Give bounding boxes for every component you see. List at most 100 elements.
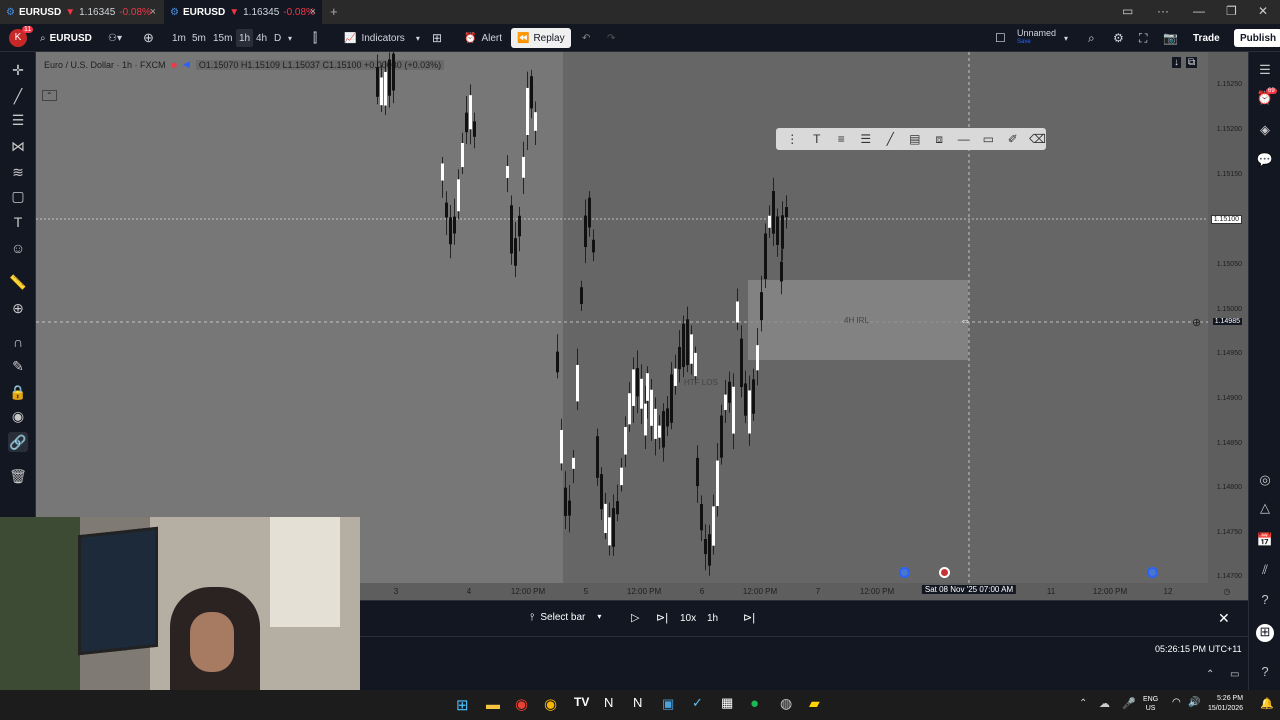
chrome-profile-icon[interactable]: ◉ [544, 695, 557, 713]
collapse-panel-icon[interactable]: ⌃ [1206, 669, 1214, 680]
quick-search-icon[interactable]: ⌕ [1088, 29, 1095, 47]
steam-icon[interactable]: ✓ [692, 695, 703, 711]
pine-icon[interactable]: △ [1256, 500, 1274, 518]
text-icon[interactable]: T [8, 212, 28, 232]
language-indicator[interactable]: ENG US [1143, 695, 1158, 713]
level-label[interactable]: HTF LOS [684, 378, 718, 387]
text-icon[interactable]: T [809, 132, 826, 146]
maximize-panel-icon[interactable]: ▭ [1230, 669, 1239, 680]
zone-label[interactable]: 4H IRL [844, 316, 869, 325]
speaker-icon[interactable]: 🔊 [1188, 697, 1200, 708]
settings-icon[interactable]: ⚙ [1113, 29, 1124, 47]
notion-icon[interactable]: N [604, 695, 613, 710]
wifi-icon[interactable]: ◠ [1172, 697, 1181, 708]
tray-chevron-icon[interactable]: ⌃ [1079, 698, 1087, 709]
line-style-icon[interactable]: ☰ [858, 132, 875, 146]
timeframe-d[interactable]: D [274, 29, 281, 47]
add-alert-icon[interactable]: ⊕ [1192, 316, 1201, 329]
tab-eurusd-2[interactable]: ⚙ EURUSD ▼ 1.16345 -0.08% × [164, 0, 322, 24]
close-window-icon[interactable]: ✕ [1258, 4, 1268, 18]
drag-handle-icon[interactable]: ⋮ [784, 132, 801, 146]
calendar-icon[interactable]: 📅 [1256, 532, 1274, 550]
fib-icon[interactable]: ☰ [8, 110, 28, 130]
comment-icon[interactable]: ▭ [980, 132, 997, 146]
event-marker-icon[interactable] [899, 567, 910, 578]
event-marker-icon[interactable] [1147, 567, 1158, 578]
timeframe-5m[interactable]: 5m [192, 29, 206, 47]
new-tab-button[interactable]: + [330, 4, 338, 19]
watchlist-icon[interactable]: ☰ [1256, 62, 1274, 80]
jump-to-realtime-icon[interactable]: ⊳| [743, 611, 755, 624]
scroll-down-icon[interactable]: ↓ [1172, 57, 1181, 68]
trendline-icon[interactable]: ╱ [8, 86, 28, 106]
close-replay-icon[interactable]: ✕ [1218, 610, 1230, 627]
frame-icon[interactable]: ⧈ [931, 132, 948, 147]
add-symbol-icon[interactable]: ⊕ [143, 29, 154, 47]
timeframe-4h[interactable]: 4h [256, 29, 267, 47]
notion-calendar-icon[interactable]: N [633, 695, 642, 710]
link-icon[interactable]: 🔗 [8, 432, 28, 452]
chevron-down-icon[interactable]: ▾ [288, 29, 292, 47]
minimize-icon[interactable]: — [1193, 4, 1205, 18]
interval-button[interactable]: 1h [707, 613, 718, 624]
tab-close-icon[interactable]: × [310, 6, 316, 18]
emoji-icon[interactable]: ☺ [8, 238, 28, 258]
step-forward-icon[interactable]: ⊳| [656, 611, 668, 624]
eraser-icon[interactable]: ⌫ [1029, 132, 1046, 146]
sticky-notes-icon[interactable]: ▰ [809, 695, 820, 712]
us-flag-event-icon[interactable] [939, 567, 950, 578]
windows-start-icon[interactable]: ⊞ [456, 696, 469, 714]
apps-icon[interactable]: ⊞ [1256, 624, 1274, 642]
trade-button[interactable]: Trade [1193, 29, 1220, 47]
help-circle-icon[interactable]: ? [1256, 664, 1274, 682]
redo-icon[interactable]: ↷ [607, 29, 615, 47]
more-icon[interactable]: ··· [1157, 4, 1169, 18]
microphone-icon[interactable]: 🎤 [1122, 697, 1136, 710]
trash-icon[interactable]: 🗑 [8, 466, 28, 486]
timeframe-1m[interactable]: 1m [172, 29, 186, 47]
tab-eurusd-1[interactable]: ⚙ EURUSD ▼ 1.16345 -0.08% × [0, 0, 162, 24]
alert-button[interactable]: ⏰ Alert [464, 29, 502, 47]
tab-close-icon[interactable]: × [150, 6, 156, 18]
timezone-icon[interactable]: ◷ [1224, 587, 1231, 596]
target-icon[interactable]: ◎ [1256, 472, 1274, 490]
fullscreen-icon[interactable]: ⛶ [1139, 29, 1147, 47]
layers-icon[interactable]: ◈ [1256, 122, 1274, 140]
keyboard-icon[interactable]: ▭ [1122, 4, 1133, 18]
help-icon[interactable]: ? [1256, 592, 1274, 610]
chevron-down-icon[interactable]: ▾ [1064, 29, 1068, 47]
timeframe-15m[interactable]: 15m [213, 29, 232, 47]
eye-icon[interactable]: ◉ [8, 406, 28, 426]
ruler-icon[interactable]: 📏 [8, 272, 28, 292]
template-icon[interactable]: ≡ [833, 132, 850, 146]
chart-type-icon[interactable]: ⫿ [313, 29, 317, 47]
layouts-icon[interactable]: ⊞ [432, 29, 442, 47]
notifications-icon[interactable]: 🔔 [1260, 697, 1274, 710]
system-clock[interactable]: 5:26 PM 15/01/2026 [1208, 694, 1243, 714]
zoom-in-icon[interactable]: ⊕ [8, 298, 28, 318]
publish-button[interactable]: Publish [1234, 29, 1280, 47]
chrome-icon[interactable]: ◉ [515, 695, 528, 713]
speed-button[interactable]: 10x [680, 613, 696, 624]
chat-icon[interactable]: 💬 [1256, 152, 1274, 170]
camera-icon[interactable]: 📷 [1163, 29, 1178, 47]
dash-icon[interactable]: — [956, 132, 973, 146]
undo-icon[interactable]: ↶ [582, 29, 590, 47]
screenshot-icon[interactable]: ⧉ [1186, 57, 1198, 68]
play-icon[interactable]: ▷ [631, 611, 639, 624]
time-axis[interactable]: 3 4 12:00 PM 5 12:00 PM 6 12:00 PM 7 12:… [360, 583, 1248, 600]
layout-name[interactable]: Unnamed Save [1017, 29, 1056, 47]
spotify-icon[interactable]: ● [750, 695, 759, 712]
pattern-icon[interactable]: ⋈ [8, 136, 28, 156]
price-axis[interactable]: 1.15250 1.15200 1.15150 1.15100 1.15050 … [1208, 52, 1248, 600]
line-width-icon[interactable]: ▤ [907, 132, 924, 146]
forecast-icon[interactable]: ≋ [8, 162, 28, 182]
select-bar-button[interactable]: ⫯ Select bar ▾ [530, 612, 601, 623]
tradingview-icon[interactable]: TV [574, 695, 589, 709]
replay-button[interactable]: ⏪ Replay [511, 28, 571, 48]
symbol-search[interactable]: ⌕ EURUSD [40, 29, 92, 47]
timeframe-1h[interactable]: 1h [236, 29, 254, 47]
tray-app-icon[interactable]: ☁ [1099, 697, 1110, 710]
magnet-icon[interactable]: ∩ [8, 332, 28, 352]
indicators-button[interactable]: 📈 Indicators ▾ [344, 29, 420, 47]
